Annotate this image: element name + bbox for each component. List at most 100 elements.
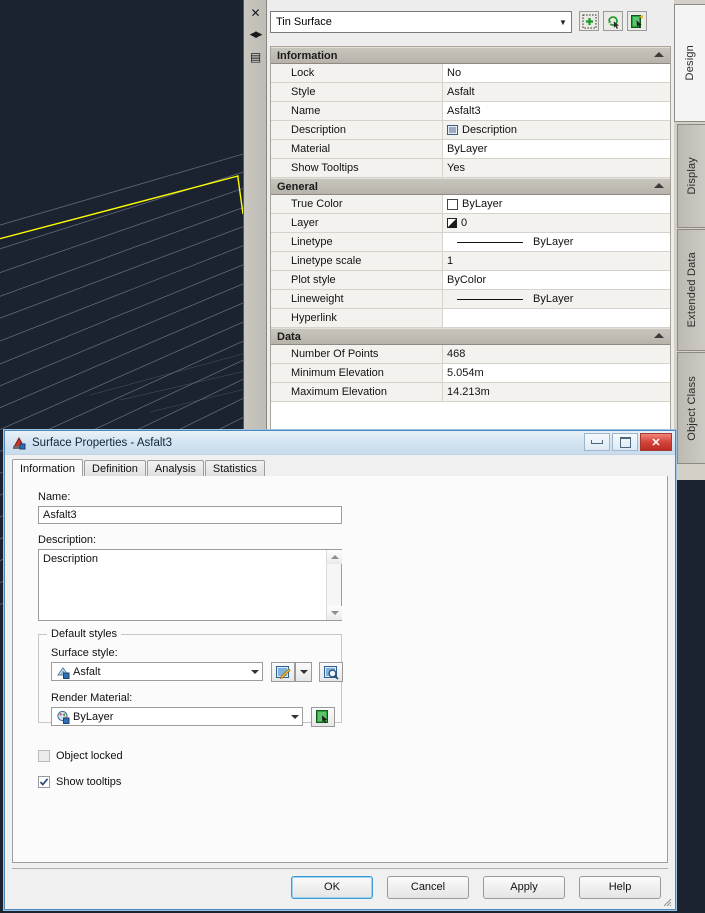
render-material-icon <box>57 710 70 724</box>
section-header-information[interactable]: Information <box>271 47 670 64</box>
help-button[interactable]: Help <box>579 876 661 899</box>
render-material-combo[interactable]: ByLayer <box>51 707 303 726</box>
property-grid[interactable]: Information Lock No Style Asfalt Name As… <box>270 46 671 477</box>
sidebar-item-design[interactable]: Design <box>674 4 705 122</box>
property-value[interactable]: ByLayer <box>443 195 670 213</box>
table-row[interactable]: Minimum Elevation 5.054m <box>271 364 670 383</box>
table-row[interactable]: Lineweight ByLayer <box>271 290 670 309</box>
object-locked-checkbox-row[interactable]: Object locked <box>38 750 123 762</box>
chevron-down-icon[interactable] <box>287 708 302 725</box>
sidebar-item-display[interactable]: Display <box>677 124 705 228</box>
preview-style-button[interactable] <box>319 662 343 682</box>
table-row[interactable]: Maximum Elevation 14.213m <box>271 383 670 402</box>
section-header-general[interactable]: General <box>271 178 670 195</box>
chevron-down-icon[interactable]: ▼ <box>555 12 571 32</box>
edit-style-button[interactable] <box>271 662 295 682</box>
dialog-button-bar: OK Cancel Apply Help <box>291 876 661 899</box>
property-name: True Color <box>271 195 443 213</box>
window-controls: ✕ <box>584 433 672 451</box>
property-value-text: 0 <box>461 217 468 229</box>
table-row[interactable]: Layer 0 <box>271 214 670 233</box>
table-row[interactable]: Plot style ByColor <box>271 271 670 290</box>
resize-grip-icon[interactable] <box>660 895 672 907</box>
auto-hide-icon[interactable]: ◀▶ <box>246 25 265 44</box>
scroll-down-button[interactable] <box>327 606 342 620</box>
surface-properties-dialog[interactable]: Surface Properties - Asfalt3 ✕ Informati… <box>4 430 676 910</box>
property-name: Linetype <box>271 233 443 251</box>
property-value[interactable]: 1 <box>443 252 670 270</box>
palette-menu-icon[interactable]: ▤ <box>246 47 265 66</box>
default-styles-legend: Default styles <box>47 628 122 640</box>
property-value[interactable]: ByLayer <box>443 233 670 251</box>
linetype-line-icon <box>457 241 523 243</box>
property-value-text: 1 <box>447 255 454 267</box>
tab-statistics[interactable]: Statistics <box>204 460 265 477</box>
table-row[interactable]: True Color ByLayer <box>271 195 670 214</box>
table-row[interactable]: Show Tooltips Yes <box>271 159 670 178</box>
property-value-text: ByLayer <box>533 236 574 248</box>
property-value[interactable]: No <box>443 64 670 82</box>
select-render-material-button[interactable] <box>311 707 335 727</box>
table-row[interactable]: Linetype ByLayer <box>271 233 670 252</box>
collapse-icon[interactable] <box>654 183 664 188</box>
property-value[interactable]: Asfalt3 <box>443 102 670 120</box>
section-header-data[interactable]: Data <box>271 328 670 345</box>
apply-button[interactable]: Apply <box>483 876 565 899</box>
scroll-up-button[interactable] <box>327 550 342 564</box>
palette-body: Tin Surface ▼ Information Lock No Style … <box>267 0 674 480</box>
table-row[interactable]: Style Asfalt <box>271 83 670 102</box>
table-row[interactable]: Number Of Points 468 <box>271 345 670 364</box>
pick-object-button[interactable] <box>627 11 647 31</box>
property-grid-scroll: Information Lock No Style Asfalt Name As… <box>271 47 670 476</box>
select-objects-button[interactable] <box>579 11 599 31</box>
property-value[interactable]: Asfalt <box>443 83 670 101</box>
description-textarea[interactable]: Description <box>38 549 342 621</box>
table-row[interactable]: Description Description <box>271 121 670 140</box>
sidebar-item-extended-data[interactable]: Extended Data <box>677 229 705 351</box>
name-input[interactable] <box>38 506 342 524</box>
property-value-text: 5.054m <box>447 367 484 379</box>
object-type-combo[interactable]: Tin Surface ▼ <box>270 11 572 33</box>
property-value-text: ByColor <box>447 274 487 286</box>
show-tooltips-checkbox-row[interactable]: Show tooltips <box>38 776 121 788</box>
chevron-down-icon[interactable] <box>247 663 262 680</box>
edit-style-dropdown[interactable] <box>295 662 312 682</box>
property-value[interactable]: ByColor <box>443 271 670 289</box>
property-value[interactable]: ByLayer <box>443 290 670 308</box>
ok-button[interactable]: OK <box>291 876 373 899</box>
property-value-text: Asfalt3 <box>447 105 481 117</box>
collapse-icon[interactable] <box>654 52 664 57</box>
chevron-down-icon <box>330 611 339 615</box>
section-title: General <box>277 181 318 193</box>
close-button[interactable]: ✕ <box>640 433 672 451</box>
property-name: Lineweight <box>271 290 443 308</box>
close-icon[interactable]: ✕ <box>246 3 265 22</box>
property-value[interactable]: Yes <box>443 159 670 177</box>
cancel-button[interactable]: Cancel <box>387 876 469 899</box>
dialog-titlebar[interactable]: Surface Properties - Asfalt3 ✕ <box>5 431 675 455</box>
object-locked-checkbox <box>38 750 50 762</box>
minimize-button[interactable] <box>584 433 610 451</box>
property-value[interactable]: 0 <box>443 214 670 232</box>
tab-definition[interactable]: Definition <box>84 460 146 477</box>
table-row[interactable]: Linetype scale 1 <box>271 252 670 271</box>
surface-style-combo[interactable]: Asfalt <box>51 662 263 681</box>
table-row[interactable]: Material ByLayer <box>271 140 670 159</box>
render-material-label: Render Material: <box>51 692 133 704</box>
description-scrollbar[interactable] <box>326 550 342 620</box>
collapse-icon[interactable] <box>654 333 664 338</box>
table-row[interactable]: Lock No <box>271 64 670 83</box>
property-value[interactable] <box>443 309 670 327</box>
table-row[interactable]: Name Asfalt3 <box>271 102 670 121</box>
show-tooltips-checkbox[interactable] <box>38 776 50 788</box>
lineweight-line-icon <box>457 298 523 300</box>
close-icon: ✕ <box>651 436 661 449</box>
property-name: Description <box>271 121 443 139</box>
sidebar-item-object-class[interactable]: Object Class <box>677 352 705 464</box>
property-value[interactable]: Description <box>443 121 670 139</box>
table-row[interactable]: Hyperlink <box>271 309 670 328</box>
property-value[interactable]: ByLayer <box>443 140 670 158</box>
quick-select-button[interactable] <box>603 11 623 31</box>
maximize-button[interactable] <box>612 433 638 451</box>
tab-analysis[interactable]: Analysis <box>146 460 204 477</box>
